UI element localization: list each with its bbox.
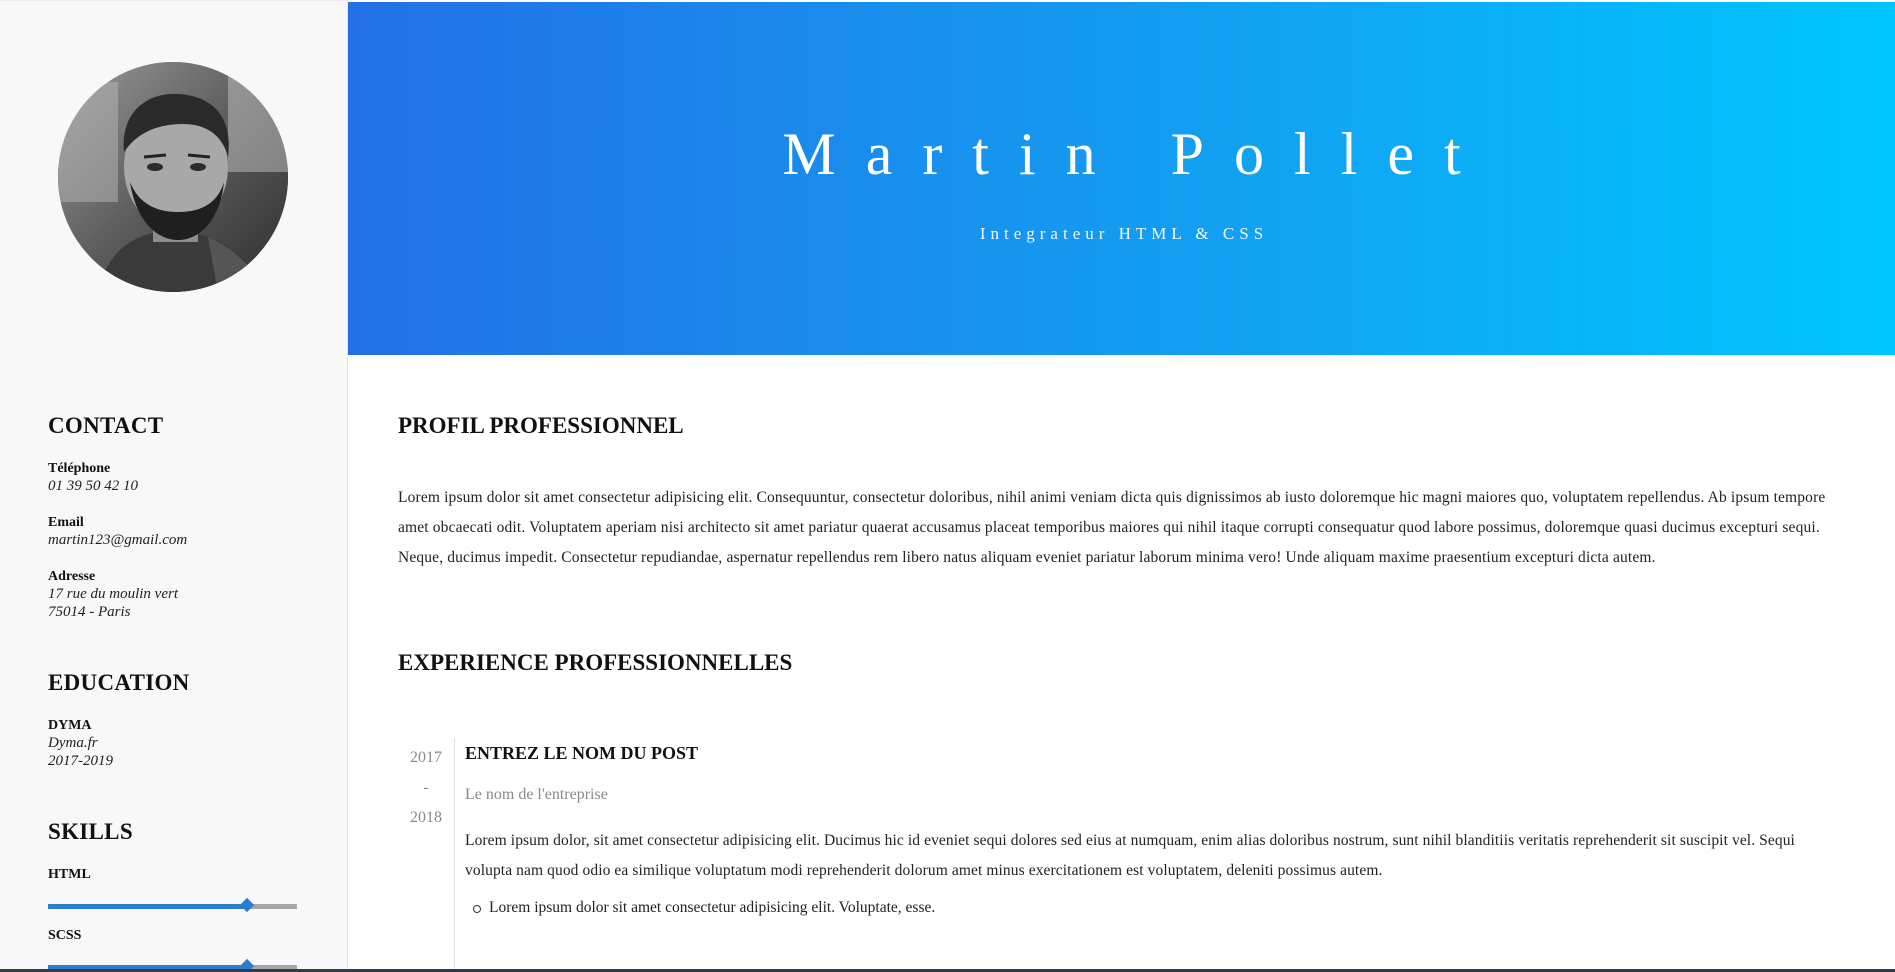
list-item: Lorem ipsum dolor sit amet consectetur a…	[473, 899, 1825, 917]
education-site: Dyma.fr	[48, 735, 98, 751]
email-label: Email	[48, 515, 84, 530]
header-banner: Martin Pollet Integrateur HTML & CSS	[348, 2, 1895, 355]
timeline-divider	[454, 738, 455, 972]
skill-name-scss: SCSS	[48, 928, 82, 943]
phone-label: Téléphone	[48, 461, 111, 476]
experience-dates: 2017 - 2018	[398, 743, 454, 833]
experience-description: Lorem ipsum dolor, sit amet consectetur …	[465, 832, 1795, 879]
experience-item: ENTREZ LE NOM DU POST Le nom de l'entrep…	[465, 743, 1825, 917]
experience-heading: EXPERIENCE PROFESSIONNELLES	[398, 650, 793, 675]
phone-value: 01 39 50 42 10	[48, 478, 138, 494]
experience-company: Le nom de l'entreprise	[465, 786, 608, 803]
candidate-title: Integrateur HTML & CSS	[979, 224, 1269, 243]
experience-post: ENTREZ LE NOM DU POST	[465, 743, 699, 763]
experience-date-separator: -	[423, 779, 429, 796]
avatar-photo-icon	[58, 62, 288, 292]
skill-name-html: HTML	[48, 867, 91, 882]
skill-fill-html	[48, 904, 248, 909]
education-years: 2017-2019	[48, 753, 113, 769]
experience-start-year: 2017	[410, 749, 442, 766]
experience-bullets: Lorem ipsum dolor sit amet consectetur a…	[465, 899, 1825, 917]
education-heading: EDUCATION	[48, 670, 190, 695]
address-label: Adresse	[48, 569, 96, 584]
contact-heading: CONTACT	[48, 413, 164, 438]
skill-bar-html	[48, 897, 297, 913]
email-value: martin123@gmail.com	[48, 532, 188, 548]
address-line-2: 75014 - Paris	[48, 604, 131, 620]
sidebar: CONTACT Téléphone 01 39 50 42 10 Email m…	[0, 0, 348, 972]
experience-end-year: 2018	[410, 809, 442, 826]
profile-heading: PROFIL PROFESSIONNEL	[398, 413, 684, 438]
profile-avatar	[58, 62, 288, 292]
candidate-name: Martin Pollet	[782, 121, 1491, 187]
profile-text: Lorem ipsum dolor sit amet consectetur a…	[398, 489, 1826, 566]
education-school: DYMA	[48, 718, 92, 733]
skill-knob-html	[240, 897, 255, 913]
address-line-1: 17 rue du moulin vert	[48, 586, 178, 602]
skills-heading: SKILLS	[48, 819, 133, 844]
